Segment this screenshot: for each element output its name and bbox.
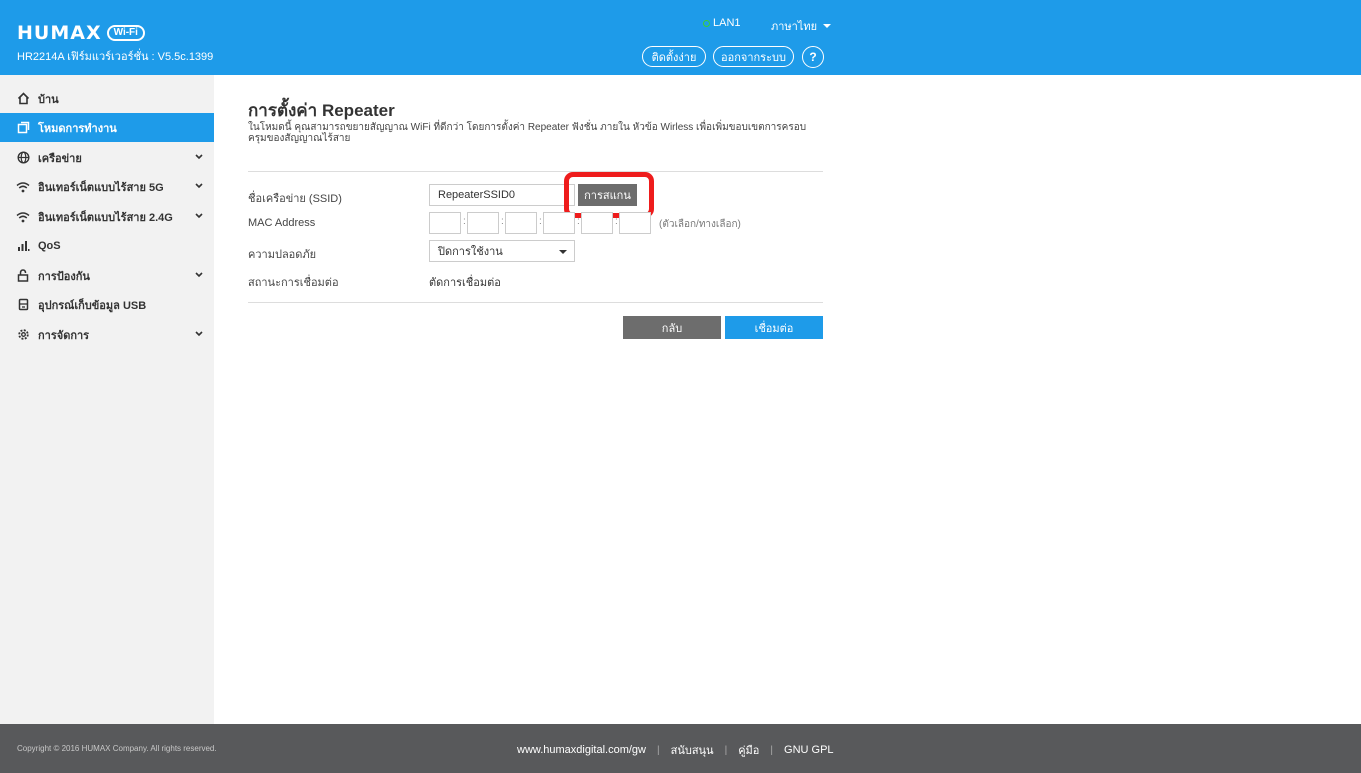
sidebar-item-home[interactable]: บ้าน: [0, 84, 214, 113]
mac-separator: :: [577, 216, 580, 227]
sidebar-item-label: อินเทอร์เน็ตแบบไร้สาย 5G: [38, 181, 164, 194]
sidebar-item-qos[interactable]: QoS: [0, 231, 214, 260]
footer-separator: |: [770, 744, 774, 756]
page-title: การตั้งค่า Repeater: [248, 101, 395, 120]
chevron-down-icon: [195, 272, 203, 278]
divider-top: [248, 171, 823, 172]
connection-status-value: ตัดการเชื่อมต่อ: [429, 277, 501, 289]
caret-down-icon: [559, 250, 567, 254]
mac-separator: :: [539, 216, 542, 227]
lan-status-dot-icon: [703, 19, 710, 27]
chevron-down-icon: [195, 213, 203, 219]
sidebar-item-wireless-5g[interactable]: อินเทอร์เน็ตแบบไร้สาย 5G: [0, 172, 214, 201]
home-icon: [16, 92, 30, 106]
sidebar-item-label: อุปกรณ์เก็บข้อมูล USB: [38, 299, 147, 312]
mac-octet-2-input[interactable]: [467, 212, 499, 234]
security-label: ความปลอดภัย: [248, 249, 317, 261]
gear-icon: [16, 328, 30, 342]
support-link[interactable]: สนับสนุน: [671, 741, 714, 759]
footer-separator: |: [724, 744, 728, 756]
page-description: ในโหมดนี้ คุณสามารถขยายสัญญาณ WiFi ที่ดี…: [248, 122, 807, 144]
wifi-icon: [16, 210, 30, 224]
sidebar-item-network[interactable]: เครือข่าย: [0, 143, 214, 172]
mac-octet-4-input[interactable]: [543, 212, 575, 234]
firmware-version: HR2214A เฟิร์มแวร์เวอร์ชั่น : V5.5c.1399: [17, 51, 214, 63]
sidebar-item-label: การจัดการ: [38, 329, 90, 342]
brand-name: HUMAX: [17, 22, 102, 44]
mac-octet-6-input[interactable]: [619, 212, 651, 234]
mac-octet-3-input[interactable]: [505, 212, 537, 234]
mode-icon: [16, 121, 30, 135]
bars-icon: [16, 239, 30, 253]
mac-separator: :: [615, 216, 618, 227]
mac-octet-5-input[interactable]: [581, 212, 613, 234]
logout-button[interactable]: ออกจากระบบ: [713, 46, 794, 67]
manual-link[interactable]: คู่มือ: [738, 741, 759, 759]
caret-down-icon: [823, 24, 832, 28]
sidebar-item-operation-mode[interactable]: โหมดการทำงาน: [0, 113, 214, 142]
globe-icon: [16, 151, 30, 165]
footer: Copyright © 2016 HUMAX Company. All righ…: [0, 724, 1361, 773]
sidebar-item-label: เครือข่าย: [38, 152, 82, 165]
wifi-icon: [16, 180, 30, 194]
divider-bottom: [248, 302, 823, 303]
gpl-link[interactable]: GNU GPL: [784, 744, 834, 756]
security-select[interactable]: ปิดการใช้งาน: [429, 240, 575, 262]
sidebar-item-usb-storage[interactable]: อุปกรณ์เก็บข้อมูล USB: [0, 290, 214, 319]
sidebar-item-security[interactable]: การป้องกัน: [0, 261, 214, 290]
footer-links: www.humaxdigital.com/gw | สนับสนุน | คู่…: [517, 741, 834, 759]
sidebar-item-wireless-24g[interactable]: อินเทอร์เน็ตแบบไร้สาย 2.4G: [0, 202, 214, 231]
easy-setup-button[interactable]: ติดตั้งง่าย: [642, 46, 706, 67]
lan-status-label: LAN1: [713, 17, 741, 29]
sidebar: บ้าน โหมดการทำงาน เครือข่าย อินเทอร์เน็ต…: [0, 75, 214, 724]
mac-address-label: MAC Address: [248, 217, 316, 229]
wifi-badge: Wi-Fi: [106, 25, 145, 41]
chevron-down-icon: [195, 154, 203, 160]
sidebar-item-label: อินเทอร์เน็ตแบบไร้สาย 2.4G: [38, 211, 173, 224]
lock-icon: [16, 269, 30, 283]
language-selector[interactable]: ภาษาไทย: [771, 17, 832, 35]
ssid-input[interactable]: RepeaterSSID0: [429, 184, 575, 206]
usb-icon: [16, 298, 30, 312]
sidebar-item-label: บ้าน: [38, 93, 59, 106]
sidebar-item-label: QoS: [38, 239, 61, 252]
chevron-down-icon: [195, 331, 203, 337]
help-button[interactable]: ?: [802, 46, 824, 68]
lan-status: LAN1: [703, 17, 741, 29]
chevron-down-icon: [195, 183, 203, 189]
mac-separator: :: [463, 216, 466, 227]
footer-separator: |: [657, 744, 660, 756]
language-label: ภาษาไทย: [771, 21, 818, 33]
sidebar-item-label: โหมดการทำงาน: [38, 122, 117, 135]
ssid-label: ชื่อเครือข่าย (SSID): [248, 193, 342, 205]
connect-button[interactable]: เชื่อมต่อ: [725, 316, 823, 339]
security-select-value: ปิดการใช้งาน: [438, 246, 503, 258]
top-header: HUMAX Wi-Fi HR2214A เฟิร์มแวร์เวอร์ชั่น …: [0, 0, 1361, 75]
sidebar-item-management[interactable]: การจัดการ: [0, 320, 214, 349]
back-button[interactable]: กลับ: [623, 316, 721, 339]
sidebar-item-label: การป้องกัน: [38, 270, 90, 283]
connection-status-label: สถานะการเชื่อมต่อ: [248, 277, 339, 289]
website-link[interactable]: www.humaxdigital.com/gw: [517, 744, 646, 756]
mac-optional-hint: (ตัวเลือก/ทางเลือก): [659, 219, 741, 230]
mac-octet-1-input[interactable]: [429, 212, 461, 234]
copyright-text: Copyright © 2016 HUMAX Company. All righ…: [17, 744, 217, 753]
scan-button[interactable]: การสแกน: [578, 184, 637, 206]
humax-logo: HUMAX Wi-Fi: [17, 22, 145, 44]
mac-separator: :: [501, 216, 504, 227]
